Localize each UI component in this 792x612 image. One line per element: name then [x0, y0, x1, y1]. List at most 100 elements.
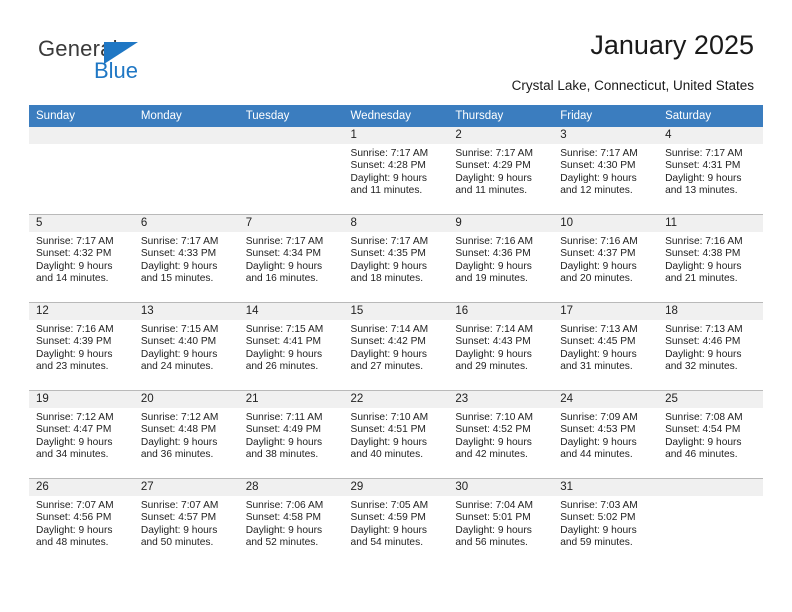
calendar-day-cell[interactable]: 26 Sunrise: 7:07 AM Sunset: 4:56 PM Dayligh…: [29, 478, 134, 566]
daylight-text-line1: Daylight: 9 hours: [455, 436, 532, 448]
calendar-day-cell[interactable]: 6 Sunrise: 7:17 AM Sunset: 4:33 PM Daylight…: [133, 214, 239, 303]
daylight-text-line2: and 48 minutes.: [36, 537, 109, 549]
daylight-text-line2: and 12 minutes.: [560, 185, 633, 197]
calendar-day-cell[interactable]: 12 Sunrise: 7:16 AM Sunset: 4:39 PM Dayligh…: [29, 302, 134, 391]
calendar-week-row: 5 Sunrise: 7:17 AM Sunset: 4:32 PM Daylight…: [29, 214, 763, 303]
daylight-text-line2: and 14 minutes.: [36, 273, 109, 285]
day-cell-inner: 29 Sunrise: 7:05 AM Sunset: 4:59 PM Dayligh…: [343, 479, 449, 566]
day-number: [238, 127, 344, 144]
calendar-day-cell[interactable]: 30 Sunrise: 7:04 AM Sunset: 5:01 PM Dayligh…: [448, 478, 554, 566]
sunrise-text: Sunrise: 7:12 AM: [36, 412, 114, 423]
daylight-text-line1: Daylight: 9 hours: [455, 260, 532, 272]
sunset-text: Sunset: 4:53 PM: [560, 424, 636, 436]
day-sun-info: Sunrise: 7:17 AM Sunset: 4:28 PM Daylight:…: [344, 144, 449, 198]
daylight-text-line1: Daylight: 9 hours: [36, 524, 113, 536]
daylight-text-line2: and 36 minutes.: [140, 449, 214, 461]
day-sun-info: Sunrise: 7:12 AM Sunset: 4:48 PM Daylight:…: [134, 408, 239, 462]
calendar-day-cell[interactable]: 3 Sunrise: 7:17 AM Sunset: 4:30 PM Daylight…: [553, 127, 659, 215]
calendar-day-cell[interactable]: 10 Sunrise: 7:16 AM Sunset: 4:37 PM Dayligh…: [553, 214, 659, 303]
daylight-text-line1: Daylight: 9 hours: [245, 436, 323, 448]
day-sun-info: Sunrise: 7:11 AM Sunset: 4:49 PM Daylight:…: [239, 408, 344, 462]
daylight-text-line2: and 26 minutes.: [245, 361, 319, 373]
sunrise-text: Sunrise: 7:16 AM: [560, 236, 638, 247]
calendar-day-cell[interactable]: 13 Sunrise: 7:15 AM Sunset: 4:40 PM Dayligh…: [133, 302, 239, 391]
daylight-text-line2: and 52 minutes.: [245, 537, 319, 549]
daylight-text-line1: Daylight: 9 hours: [140, 436, 218, 448]
calendar-day-cell[interactable]: 11 Sunrise: 7:16 AM Sunset: 4:38 PM Dayligh…: [658, 214, 763, 303]
day-cell-inner: 3 Sunrise: 7:17 AM Sunset: 4:30 PM Daylight…: [553, 127, 659, 214]
calendar-body: 1 Sunrise: 7:17 AM Sunset: 4:28 PM Daylight…: [29, 127, 763, 566]
generalblue-logo[interactable]: General Blue: [38, 36, 218, 92]
sunrise-text: Sunrise: 7:13 AM: [560, 324, 638, 335]
day-sun-info: Sunrise: 7:17 AM Sunset: 4:34 PM Daylight:…: [239, 232, 344, 286]
day-cell-inner: 22 Sunrise: 7:10 AM Sunset: 4:51 PM Dayligh…: [343, 391, 449, 478]
sunrise-text: Sunrise: 7:15 AM: [140, 324, 219, 335]
page-header: General Blue January 2025 Crystal Lake, …: [0, 0, 792, 104]
day-cell-inner: 15 Sunrise: 7:14 AM Sunset: 4:42 PM Dayligh…: [343, 303, 449, 390]
calendar-day-cell[interactable]: 8 Sunrise: 7:17 AM Sunset: 4:35 PM Daylight…: [343, 214, 449, 303]
day-number: 23: [448, 391, 554, 408]
calendar-day-cell[interactable]: 28 Sunrise: 7:06 AM Sunset: 4:58 PM Dayligh…: [238, 478, 344, 566]
calendar-day-cell[interactable]: 4 Sunrise: 7:17 AM Sunset: 4:31 PM Daylight…: [658, 127, 763, 215]
day-number: 3: [553, 127, 659, 144]
daylight-text-line2: and 23 minutes.: [36, 361, 109, 373]
calendar-day-cell[interactable]: 27 Sunrise: 7:07 AM Sunset: 4:57 PM Dayligh…: [133, 478, 239, 566]
weekday-header-wednesday: Wednesday: [343, 105, 449, 127]
daylight-text-line2: and 56 minutes.: [455, 537, 528, 549]
day-sun-info: Sunrise: 7:10 AM Sunset: 4:51 PM Daylight:…: [344, 408, 449, 462]
calendar-day-cell[interactable]: 17 Sunrise: 7:13 AM Sunset: 4:45 PM Dayligh…: [553, 302, 659, 391]
sunrise-text: Sunrise: 7:05 AM: [350, 500, 429, 511]
day-cell-inner: 21 Sunrise: 7:11 AM Sunset: 4:49 PM Dayligh…: [238, 391, 344, 478]
day-sun-info: Sunrise: 7:17 AM Sunset: 4:29 PM Daylight:…: [448, 144, 553, 198]
calendar-day-cell[interactable]: 16 Sunrise: 7:14 AM Sunset: 4:43 PM Dayligh…: [448, 302, 554, 391]
calendar-day-cell[interactable]: 9 Sunrise: 7:16 AM Sunset: 4:36 PM Daylight…: [448, 214, 554, 303]
calendar-day-cell[interactable]: 25 Sunrise: 7:08 AM Sunset: 4:54 PM Dayligh…: [658, 390, 763, 479]
day-sun-info: Sunrise: 7:15 AM Sunset: 4:41 PM Daylight:…: [239, 320, 344, 374]
daylight-text-line2: and 20 minutes.: [560, 273, 633, 285]
daylight-text-line2: and 18 minutes.: [350, 273, 424, 285]
sunset-text: Sunset: 5:02 PM: [560, 512, 636, 524]
weekday-header-saturday: Saturday: [658, 105, 763, 127]
calendar-day-cell[interactable]: 29 Sunrise: 7:05 AM Sunset: 4:59 PM Dayligh…: [343, 478, 449, 566]
calendar-day-cell[interactable]: 2 Sunrise: 7:17 AM Sunset: 4:29 PM Daylight…: [448, 127, 554, 215]
day-sun-info: Sunrise: 7:13 AM Sunset: 4:46 PM Daylight:…: [658, 320, 763, 374]
daylight-text-line2: and 34 minutes.: [36, 449, 109, 461]
day-number: [29, 127, 134, 144]
daylight-text-line1: Daylight: 9 hours: [245, 348, 323, 360]
sunset-text: Sunset: 4:42 PM: [350, 336, 426, 348]
day-cell-inner: 25 Sunrise: 7:08 AM Sunset: 4:54 PM Dayligh…: [658, 391, 763, 478]
day-cell-inner: 5 Sunrise: 7:17 AM Sunset: 4:32 PM Daylight…: [29, 215, 134, 302]
day-cell-inner: [29, 127, 134, 214]
calendar-day-cell[interactable]: 7 Sunrise: 7:17 AM Sunset: 4:34 PM Daylight…: [238, 214, 344, 303]
calendar-day-cell[interactable]: 1 Sunrise: 7:17 AM Sunset: 4:28 PM Daylight…: [343, 127, 449, 215]
calendar-day-cell[interactable]: 19 Sunrise: 7:12 AM Sunset: 4:47 PM Dayligh…: [29, 390, 134, 479]
day-cell-inner: 24 Sunrise: 7:09 AM Sunset: 4:53 PM Dayligh…: [553, 391, 659, 478]
daylight-text-line2: and 40 minutes.: [350, 449, 424, 461]
sunrise-text: Sunrise: 7:09 AM: [560, 412, 638, 423]
sunset-text: Sunset: 4:51 PM: [350, 424, 426, 436]
calendar-day-cell[interactable]: 24 Sunrise: 7:09 AM Sunset: 4:53 PM Dayligh…: [553, 390, 659, 479]
daylight-text-line2: and 50 minutes.: [140, 537, 214, 549]
day-cell-inner: 6 Sunrise: 7:17 AM Sunset: 4:33 PM Daylight…: [133, 215, 239, 302]
weekday-header-monday: Monday: [133, 105, 239, 127]
calendar-day-cell[interactable]: 20 Sunrise: 7:12 AM Sunset: 4:48 PM Dayligh…: [133, 390, 239, 479]
calendar-day-cell[interactable]: 18 Sunrise: 7:13 AM Sunset: 4:46 PM Dayligh…: [658, 302, 763, 391]
day-number: 9: [448, 215, 554, 232]
daylight-text-line2: and 11 minutes.: [350, 185, 423, 197]
daylight-text-line1: Daylight: 9 hours: [350, 172, 427, 184]
calendar-day-cell-empty: [133, 127, 239, 215]
sunrise-text: Sunrise: 7:17 AM: [665, 148, 743, 159]
calendar-day-cell[interactable]: 21 Sunrise: 7:11 AM Sunset: 4:49 PM Dayligh…: [238, 390, 344, 479]
calendar-day-cell[interactable]: 5 Sunrise: 7:17 AM Sunset: 4:32 PM Daylight…: [29, 214, 134, 303]
daylight-text-line1: Daylight: 9 hours: [665, 260, 742, 272]
calendar-day-cell[interactable]: 31 Sunrise: 7:03 AM Sunset: 5:02 PM Dayligh…: [553, 478, 659, 566]
day-number: 31: [553, 479, 659, 496]
calendar-page: General Blue January 2025 Crystal Lake, …: [0, 0, 792, 612]
sunset-text: Sunset: 4:43 PM: [455, 336, 531, 348]
sunset-text: Sunset: 4:38 PM: [665, 248, 741, 260]
day-sun-info: Sunrise: 7:07 AM Sunset: 4:57 PM Daylight:…: [134, 496, 239, 550]
calendar-day-cell[interactable]: 22 Sunrise: 7:10 AM Sunset: 4:51 PM Dayligh…: [343, 390, 449, 479]
calendar-day-cell[interactable]: 23 Sunrise: 7:10 AM Sunset: 4:52 PM Dayligh…: [448, 390, 554, 479]
calendar-day-cell[interactable]: 14 Sunrise: 7:15 AM Sunset: 4:41 PM Dayligh…: [238, 302, 344, 391]
calendar-day-cell[interactable]: 15 Sunrise: 7:14 AM Sunset: 4:42 PM Dayligh…: [343, 302, 449, 391]
